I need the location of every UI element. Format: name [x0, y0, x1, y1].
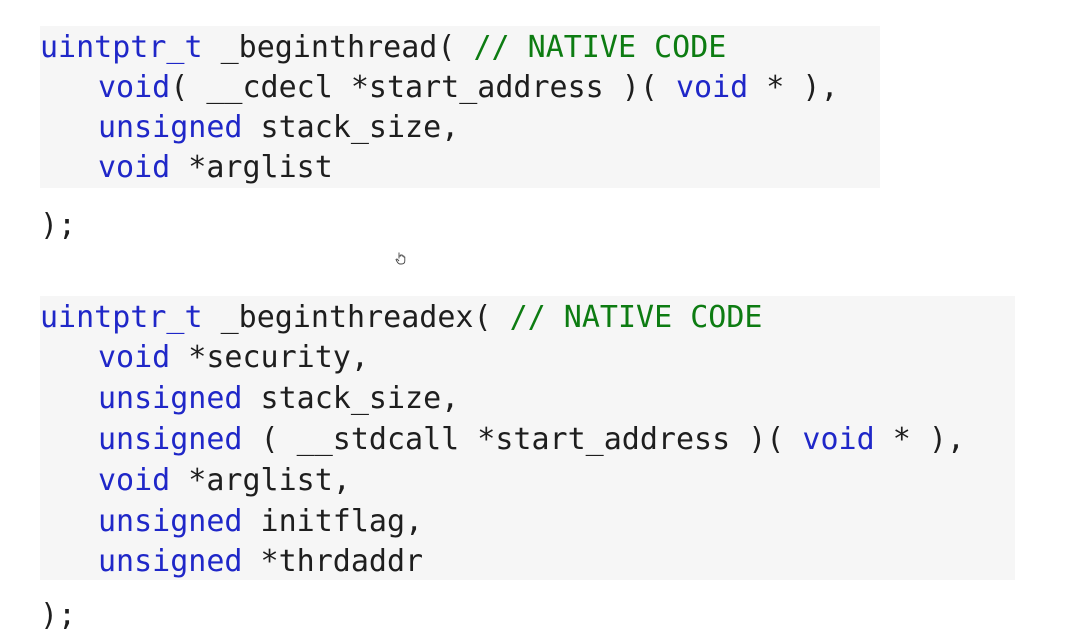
code-line: unsigned ( __stdcall *start_address )( v…: [40, 420, 965, 460]
code-text: stack_size,: [242, 110, 460, 145]
code-line: void *arglist,: [40, 461, 351, 501]
code-keyword: void: [98, 463, 171, 498]
code-keyword: unsigned: [98, 544, 243, 579]
code-keyword: unsigned: [98, 381, 243, 416]
code-keyword: void: [98, 340, 171, 375]
code-text: *security,: [170, 340, 369, 375]
code-keyword: unsigned: [98, 110, 243, 145]
code-keyword: uintptr_t: [40, 30, 203, 65]
code-keyword: void: [675, 70, 749, 105]
code-line: uintptr_t _beginthread( // NATIVE CODE: [40, 28, 726, 68]
code-keyword: unsigned: [98, 422, 243, 457]
hand-cursor-icon: [395, 252, 406, 265]
code-line: void *arglist: [40, 148, 333, 188]
code-text: _beginthread(: [202, 30, 474, 65]
code-text: *arglist,: [170, 463, 351, 498]
code-text: stack_size,: [242, 381, 460, 416]
code-text: *arglist: [170, 150, 333, 185]
code-comment: // NATIVE CODE: [473, 30, 727, 65]
code-comment: // NATIVE CODE: [509, 300, 763, 335]
code-keyword: void: [98, 70, 171, 105]
code-line: unsigned stack_size,: [40, 108, 459, 148]
code-line: unsigned stack_size,: [40, 379, 459, 419]
code-line: unsigned initflag,: [40, 502, 423, 542]
code-text: initflag,: [242, 504, 424, 539]
code-text: );: [40, 598, 77, 633]
code-keyword: void: [802, 422, 875, 457]
code-text: ( __stdcall *start_address )(: [242, 422, 803, 457]
code-line: uintptr_t _beginthreadex( // NATIVE CODE: [40, 298, 762, 338]
code-line: void( __cdecl *start_address )( void * )…: [40, 68, 839, 108]
code-line: void *security,: [40, 338, 369, 378]
code-line: );: [40, 206, 76, 246]
code-line: unsigned *thrdaddr: [40, 542, 423, 582]
code-keyword: void: [98, 150, 171, 185]
code-text: _beginthreadex(: [202, 300, 510, 335]
code-text: *thrdaddr: [242, 544, 424, 579]
code-text: ( __cdecl *start_address )(: [170, 70, 676, 105]
code-keyword: uintptr_t: [40, 300, 203, 335]
code-keyword: unsigned: [98, 504, 243, 539]
code-text: * ),: [748, 70, 839, 105]
code-text: );: [40, 208, 77, 243]
code-text: * ),: [874, 422, 965, 457]
code-line: );: [40, 596, 76, 636]
